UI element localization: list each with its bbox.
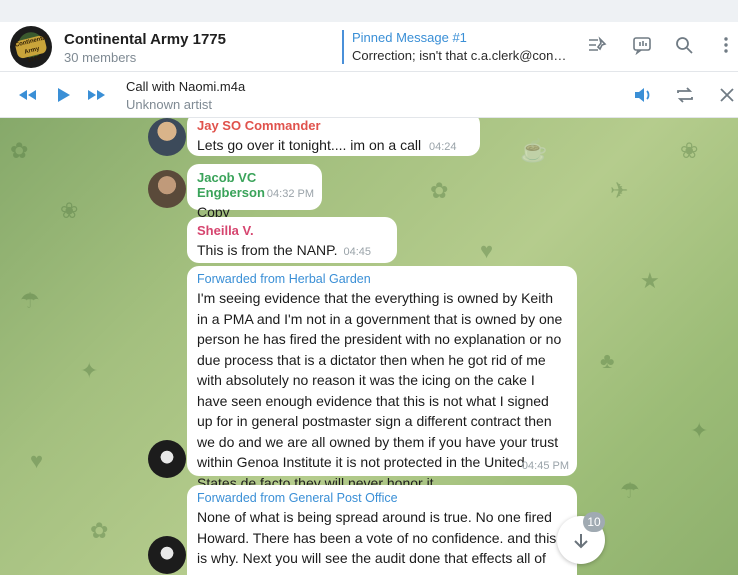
forwarded-label[interactable]: Forwarded from General Post Office — [197, 491, 567, 505]
group-avatar[interactable]: Continental Army 1775 — [10, 26, 52, 68]
more-icon[interactable] — [714, 35, 738, 59]
message-time: 04:45 PM — [521, 460, 569, 472]
arrow-down-icon — [574, 533, 588, 549]
pin-list-icon[interactable] — [585, 35, 609, 59]
wallpaper-doodle: ♥ — [30, 448, 44, 473]
unread-count-badge: 10 — [583, 512, 605, 532]
sender-name[interactable]: Sheilla V. — [197, 223, 387, 238]
group-avatar-badge: Continental Army 1775 — [14, 34, 48, 64]
audio-player-bar: Call with Naomi.m4a Unknown artist — [0, 72, 738, 118]
chat-title[interactable]: Continental Army 1775 — [64, 31, 226, 48]
wallpaper-doodle: ❀ — [60, 198, 79, 223]
wallpaper-doodle: ☂ — [20, 288, 40, 313]
message-bubble[interactable]: Sheilla V. This is from the NANP. 04:45 … — [187, 217, 397, 281]
avatar[interactable] — [148, 536, 186, 574]
volume-icon[interactable] — [632, 84, 654, 106]
repeat-icon[interactable] — [674, 84, 696, 106]
avatar[interactable] — [148, 440, 186, 478]
pinned-message[interactable]: Pinned Message #1 Correction; isn't that… — [342, 30, 567, 64]
chat-header: Continental Army 1775 Continental Army 1… — [0, 22, 738, 72]
forwarded-label[interactable]: Forwarded from Herbal Garden — [197, 272, 567, 286]
wallpaper-doodle: ♥ — [480, 238, 494, 263]
member-count: 30 members — [64, 50, 137, 65]
message-text-content: This is from the NANP. — [197, 242, 338, 258]
wallpaper-doodle: ✈ — [610, 178, 629, 203]
close-icon[interactable] — [716, 84, 738, 106]
wallpaper-doodle: ✿ — [10, 138, 29, 163]
message-time: 04:32 PM — [266, 187, 314, 200]
chat-area[interactable]: ✿ ❀ ☂ ✦ ♥ ✿ ☕ ✈ ❀ ★ ♣ ✦ ☂ ✿ ♥ ❀ Jay SO C… — [0, 118, 738, 575]
wallpaper-doodle: ❀ — [680, 138, 699, 163]
wallpaper-doodle: ✿ — [430, 178, 449, 203]
group-avatar-text: Continental Army 1775 — [14, 34, 48, 65]
wallpaper-doodle: ✦ — [80, 358, 99, 383]
wallpaper-doodle: ✦ — [690, 418, 709, 443]
track-artist: Unknown artist — [126, 97, 212, 112]
message-bubble[interactable]: Forwarded from General Post Office None … — [187, 485, 577, 575]
wallpaper-doodle: ★ — [640, 268, 660, 293]
avatar[interactable] — [148, 118, 186, 156]
video-chat-icon[interactable] — [630, 35, 654, 59]
track-title[interactable]: Call with Naomi.m4a — [126, 79, 245, 94]
sender-name[interactable]: Jay SO Commander — [197, 118, 470, 133]
play-icon[interactable] — [52, 84, 74, 106]
message-text: None of what is being spread around is t… — [197, 509, 557, 566]
message-text: I'm seeing evidence that the everything … — [197, 290, 563, 491]
wallpaper-doodle: ♣ — [600, 348, 615, 373]
window-top-strip — [0, 0, 738, 22]
message-bubble[interactable]: Jay SO Commander Lets go over it tonight… — [187, 118, 480, 176]
wallpaper-doodle: ☕ — [520, 138, 548, 163]
avatar[interactable] — [148, 170, 186, 208]
message-bubble[interactable]: Forwarded from Herbal Garden I'm seeing … — [187, 266, 577, 491]
message-text-content: Lets go over it tonight.... im on a call — [197, 137, 422, 153]
pinned-message-title: Pinned Message #1 — [352, 30, 467, 45]
wallpaper-doodle: ✿ — [90, 518, 109, 543]
rewind-icon[interactable] — [16, 84, 38, 106]
fast-forward-icon[interactable] — [86, 84, 108, 106]
pinned-message-preview: Correction; isn't that c.a.clerk@conti..… — [352, 48, 567, 63]
search-icon[interactable] — [672, 35, 696, 59]
wallpaper-doodle: ☂ — [620, 478, 640, 503]
message-bubble[interactable]: Jacob VC Engberson Copy 04:32 PM — [187, 164, 322, 220]
